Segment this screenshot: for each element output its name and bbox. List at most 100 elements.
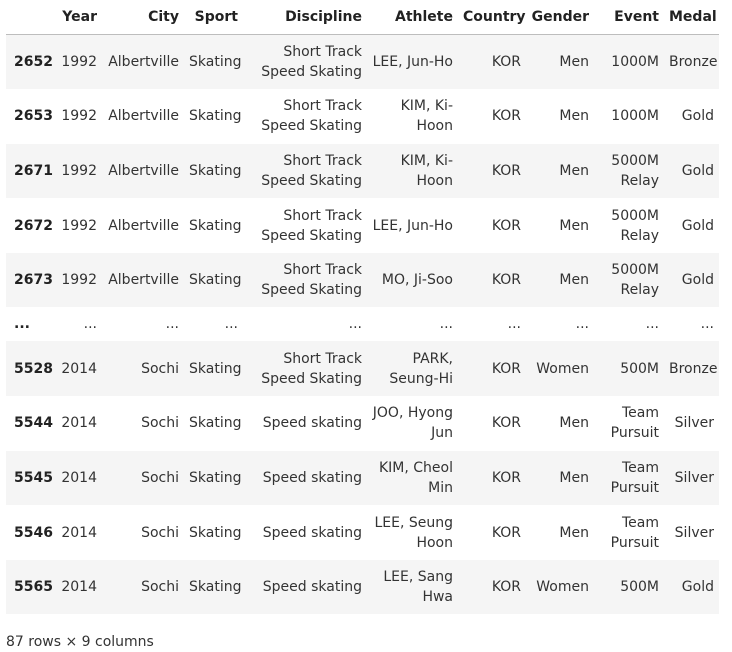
table-cell: Speed skating xyxy=(262,415,362,432)
table-cell: KOR xyxy=(491,524,521,541)
table-cell: Short Track Speed Skating xyxy=(261,44,362,81)
table-cell: Skating xyxy=(189,272,242,289)
table-cell: Men xyxy=(559,108,589,125)
table-cell: ... xyxy=(700,316,714,333)
table-cell: KOR xyxy=(491,415,521,432)
table-cell: Short Track Speed Skating xyxy=(261,152,362,189)
table-cell: Speed skating xyxy=(262,579,362,596)
table-cell: Gold xyxy=(681,579,714,596)
table-cell: 1000M xyxy=(611,108,659,125)
table-cell: ... xyxy=(165,316,179,333)
row-index: 5544 xyxy=(14,415,53,432)
table-cell: ... xyxy=(83,316,97,333)
table-body: 2652 1992 Albertville Skating Short Track Sp… xyxy=(6,34,719,615)
index-header xyxy=(6,0,55,35)
table-cell: PARK, Seung-Hi xyxy=(389,350,453,387)
table-cell: Men xyxy=(559,272,589,289)
column-header: Sport xyxy=(184,0,243,35)
table-cell: Albertville xyxy=(108,272,179,289)
table-cell: Bronze xyxy=(669,54,718,71)
table-cell: 5000M Relay xyxy=(611,262,659,299)
table-cell: 1992 xyxy=(61,54,97,71)
table-cell: 2014 xyxy=(61,524,97,541)
table-cell: Silver xyxy=(674,469,714,486)
table-cell: Sochi xyxy=(141,469,179,486)
table-cell: KOR xyxy=(491,469,521,486)
table-cell: 500M xyxy=(620,579,659,596)
table-cell: Men xyxy=(559,54,589,71)
table-cell: Skating xyxy=(189,469,242,486)
table-cell: 1992 xyxy=(61,272,97,289)
table-cell: Bronze xyxy=(669,360,718,377)
table-cell: KOR xyxy=(491,162,521,179)
column-header: Discipline xyxy=(243,0,367,35)
table-cell: 500M xyxy=(620,360,659,377)
table-cell: Skating xyxy=(189,108,242,125)
table-row: 2652 1992 Albertville Skating Short Track Sp… xyxy=(6,34,719,90)
table-cell: Skating xyxy=(189,162,242,179)
table-cell: Skating xyxy=(189,524,242,541)
row-index: 2673 xyxy=(14,272,53,289)
table-cell: JOO, Hyong Jun xyxy=(372,405,453,442)
ellipsis-row: .............................. xyxy=(6,307,719,341)
table-row: 2653 1992 Albertville Skating Short Track Sp… xyxy=(6,89,719,144)
table-row: 5565 2014 Sochi Skating Speed skating LEE, Sa… xyxy=(6,559,719,615)
table-cell: LEE, Seung Hoon xyxy=(374,514,453,551)
table-cell: Skating xyxy=(189,579,242,596)
table-cell: Skating xyxy=(189,360,242,377)
table-cell: Sochi xyxy=(141,524,179,541)
table-header-row: Year City Sport Discipline Athlete Country Gen… xyxy=(6,0,719,35)
table-row: 2671 1992 Albertville Skating Short Track Sp… xyxy=(6,143,719,199)
table-cell: KOR xyxy=(491,108,521,125)
row-index: 2653 xyxy=(14,108,53,125)
table-cell: ... xyxy=(575,316,589,333)
table-cell: Team Pursuit xyxy=(610,459,659,496)
table-cell: ... xyxy=(348,316,362,333)
table-cell: LEE, Sang Hwa xyxy=(383,569,453,606)
table-cell: 1000M xyxy=(611,54,659,71)
table-cell: LEE, Jun-Ho xyxy=(372,217,453,234)
table-row: 5546 2014 Sochi Skating Speed skating LEE, Se… xyxy=(6,505,719,560)
column-header: Year xyxy=(55,0,102,35)
column-header: Medal xyxy=(664,0,719,35)
table-cell: Short Track Speed Skating xyxy=(261,207,362,244)
table-cell: Albertville xyxy=(108,54,179,71)
table-cell: Albertville xyxy=(108,162,179,179)
row-index: 5528 xyxy=(14,360,53,377)
row-index: 2672 xyxy=(14,217,53,234)
row-index: 5545 xyxy=(14,469,53,486)
table-cell: Albertville xyxy=(108,108,179,125)
dataframe-output: Year City Sport Discipline Athlete Country Gen… xyxy=(6,0,719,615)
table-cell: Sochi xyxy=(141,415,179,432)
table-cell: Sochi xyxy=(141,579,179,596)
table-cell: Speed skating xyxy=(262,524,362,541)
table-cell: Men xyxy=(559,524,589,541)
table-cell: 1992 xyxy=(61,217,97,234)
column-header: City xyxy=(102,0,184,35)
table-cell: KIM, Ki-Hoon xyxy=(400,152,453,189)
table-cell: ... xyxy=(645,316,659,333)
table-cell: Gold xyxy=(681,217,714,234)
table-cell: KIM, Ki-Hoon xyxy=(400,98,453,135)
table-cell: KIM, Cheol Min xyxy=(378,459,453,496)
table-cell: Skating xyxy=(189,415,242,432)
table-cell: Silver xyxy=(674,415,714,432)
dataframe-table: Year City Sport Discipline Athlete Country Gen… xyxy=(6,0,719,615)
table-cell: KOR xyxy=(491,360,521,377)
table-row: 5528 2014 Sochi Skating Short Track Speed Sk… xyxy=(6,341,719,397)
table-cell: KOR xyxy=(491,272,521,289)
table-cell: 2014 xyxy=(61,469,97,486)
column-header: Athlete xyxy=(367,0,458,35)
column-header: Country xyxy=(458,0,526,35)
table-cell: Gold xyxy=(681,108,714,125)
table-cell: 2014 xyxy=(61,415,97,432)
table-cell: Men xyxy=(559,162,589,179)
table-cell: Skating xyxy=(189,54,242,71)
table-cell: Gold xyxy=(681,162,714,179)
table-row: 5545 2014 Sochi Skating Speed skating KIM, Ch… xyxy=(6,450,719,506)
table-cell: 1992 xyxy=(61,108,97,125)
row-index: ... xyxy=(14,316,30,333)
table-cell: Men xyxy=(559,415,589,432)
table-cell: Short Track Speed Skating xyxy=(261,98,362,135)
table-cell: Team Pursuit xyxy=(610,514,659,551)
